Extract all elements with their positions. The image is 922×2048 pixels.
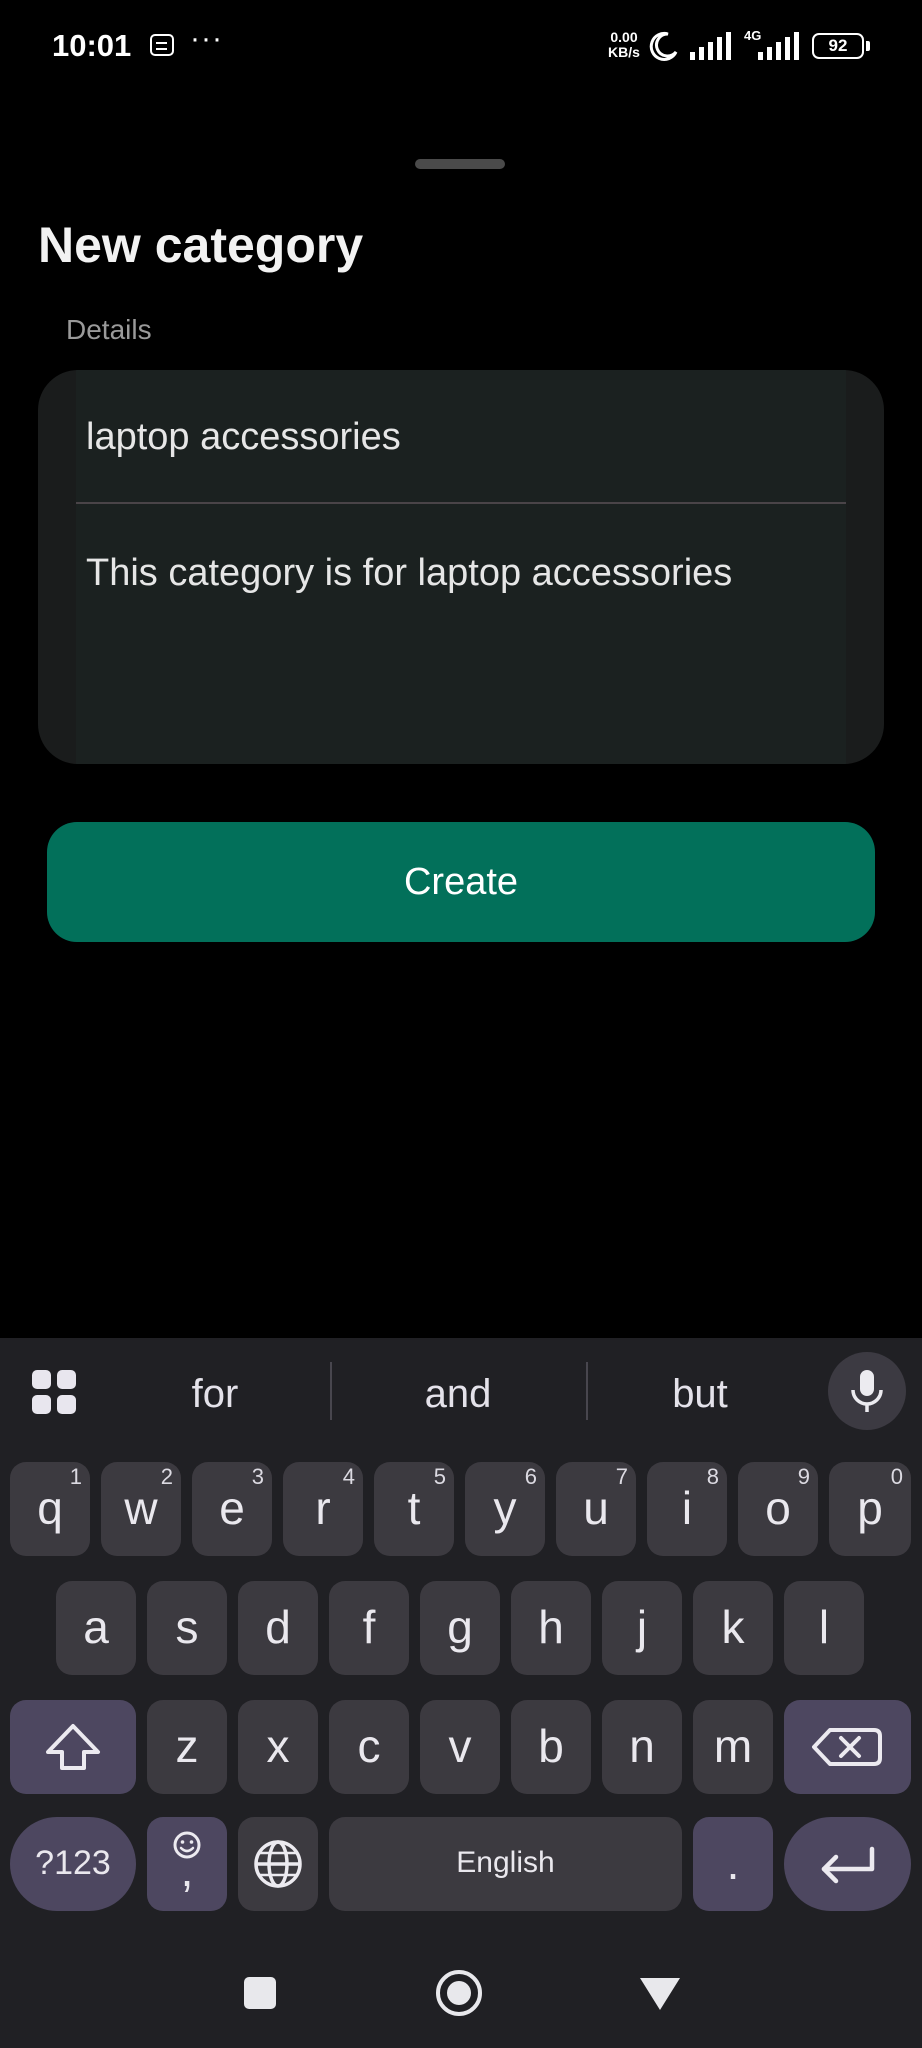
- comma-label: ,: [180, 1844, 194, 1896]
- key-r[interactable]: r4: [283, 1462, 363, 1556]
- key-k[interactable]: k: [693, 1581, 773, 1675]
- navigation-bar: [0, 1940, 922, 2048]
- key-f[interactable]: f: [329, 1581, 409, 1675]
- moon-icon: [649, 31, 678, 61]
- key-h[interactable]: h: [511, 1581, 591, 1675]
- drag-handle[interactable]: [415, 159, 505, 169]
- details-fields: laptop accessories This category is for …: [76, 370, 846, 764]
- key-o[interactable]: o9: [738, 1462, 818, 1556]
- shift-icon: [46, 1724, 100, 1770]
- key-n[interactable]: n: [602, 1700, 682, 1794]
- key-x[interactable]: x: [238, 1700, 318, 1794]
- suggestion-2[interactable]: and: [373, 1364, 543, 1424]
- details-card: laptop accessories This category is for …: [38, 370, 884, 764]
- backspace-icon: [812, 1728, 882, 1766]
- key-q[interactable]: q1: [10, 1462, 90, 1556]
- key-s[interactable]: s: [147, 1581, 227, 1675]
- key-a[interactable]: a: [56, 1581, 136, 1675]
- key-u[interactable]: u7: [556, 1462, 636, 1556]
- net-speed-value: 0.00: [610, 29, 638, 45]
- category-description-field[interactable]: This category is for laptop accessories: [86, 552, 732, 595]
- signal-icon: [690, 32, 731, 60]
- enter-key[interactable]: [784, 1817, 911, 1911]
- suggestion-1[interactable]: for: [130, 1364, 300, 1424]
- create-button[interactable]: Create: [47, 822, 875, 942]
- status-bar: 10:01 ··· 0.00 KB/s 4G 92: [0, 0, 922, 92]
- symbols-key[interactable]: ?123: [10, 1817, 136, 1911]
- page-title: New category: [38, 217, 364, 273]
- net-speed-unit: KB/s: [608, 44, 640, 60]
- key-c[interactable]: c: [329, 1700, 409, 1794]
- category-name-field[interactable]: laptop accessories: [76, 370, 846, 504]
- category-name-value: laptop accessories: [86, 416, 401, 458]
- space-key[interactable]: English: [329, 1817, 682, 1911]
- key-m[interactable]: m: [693, 1700, 773, 1794]
- suggestion-3[interactable]: but: [615, 1364, 785, 1424]
- emoji-comma-key[interactable]: ,: [147, 1817, 227, 1911]
- key-t[interactable]: t5: [374, 1462, 454, 1556]
- status-time: 10:01: [52, 28, 132, 63]
- message-icon: [150, 34, 174, 56]
- key-y[interactable]: y6: [465, 1462, 545, 1556]
- square-icon[interactable]: [244, 1977, 276, 2009]
- suggestion-divider: [586, 1362, 588, 1420]
- more-notifications: ···: [190, 22, 223, 55]
- battery-icon: 92: [812, 33, 870, 59]
- key-v[interactable]: v: [420, 1700, 500, 1794]
- triangle-icon[interactable]: [640, 1978, 680, 2010]
- net-speed: 0.00 KB/s: [606, 30, 642, 60]
- key-i[interactable]: i8: [647, 1462, 727, 1556]
- globe-icon: [254, 1840, 302, 1888]
- period-key[interactable]: .: [693, 1817, 773, 1911]
- apps-grid-icon[interactable]: [32, 1370, 76, 1414]
- backspace-key[interactable]: [784, 1700, 911, 1794]
- shift-key[interactable]: [10, 1700, 136, 1794]
- key-l[interactable]: l: [784, 1581, 864, 1675]
- globe-key[interactable]: [238, 1817, 318, 1911]
- key-w[interactable]: w2: [101, 1462, 181, 1556]
- key-e[interactable]: e3: [192, 1462, 272, 1556]
- enter-icon: [821, 1846, 875, 1884]
- circle-icon[interactable]: [436, 1970, 482, 2016]
- key-b[interactable]: b: [511, 1700, 591, 1794]
- mic-button[interactable]: [828, 1352, 906, 1430]
- key-g[interactable]: g: [420, 1581, 500, 1675]
- key-p[interactable]: p0: [829, 1462, 911, 1556]
- signal-icon: [758, 32, 799, 60]
- suggestion-divider: [330, 1362, 332, 1420]
- key-j[interactable]: j: [602, 1581, 682, 1675]
- mic-icon: [851, 1370, 883, 1412]
- key-d[interactable]: d: [238, 1581, 318, 1675]
- details-label: Details: [66, 314, 152, 345]
- key-z[interactable]: z: [147, 1700, 227, 1794]
